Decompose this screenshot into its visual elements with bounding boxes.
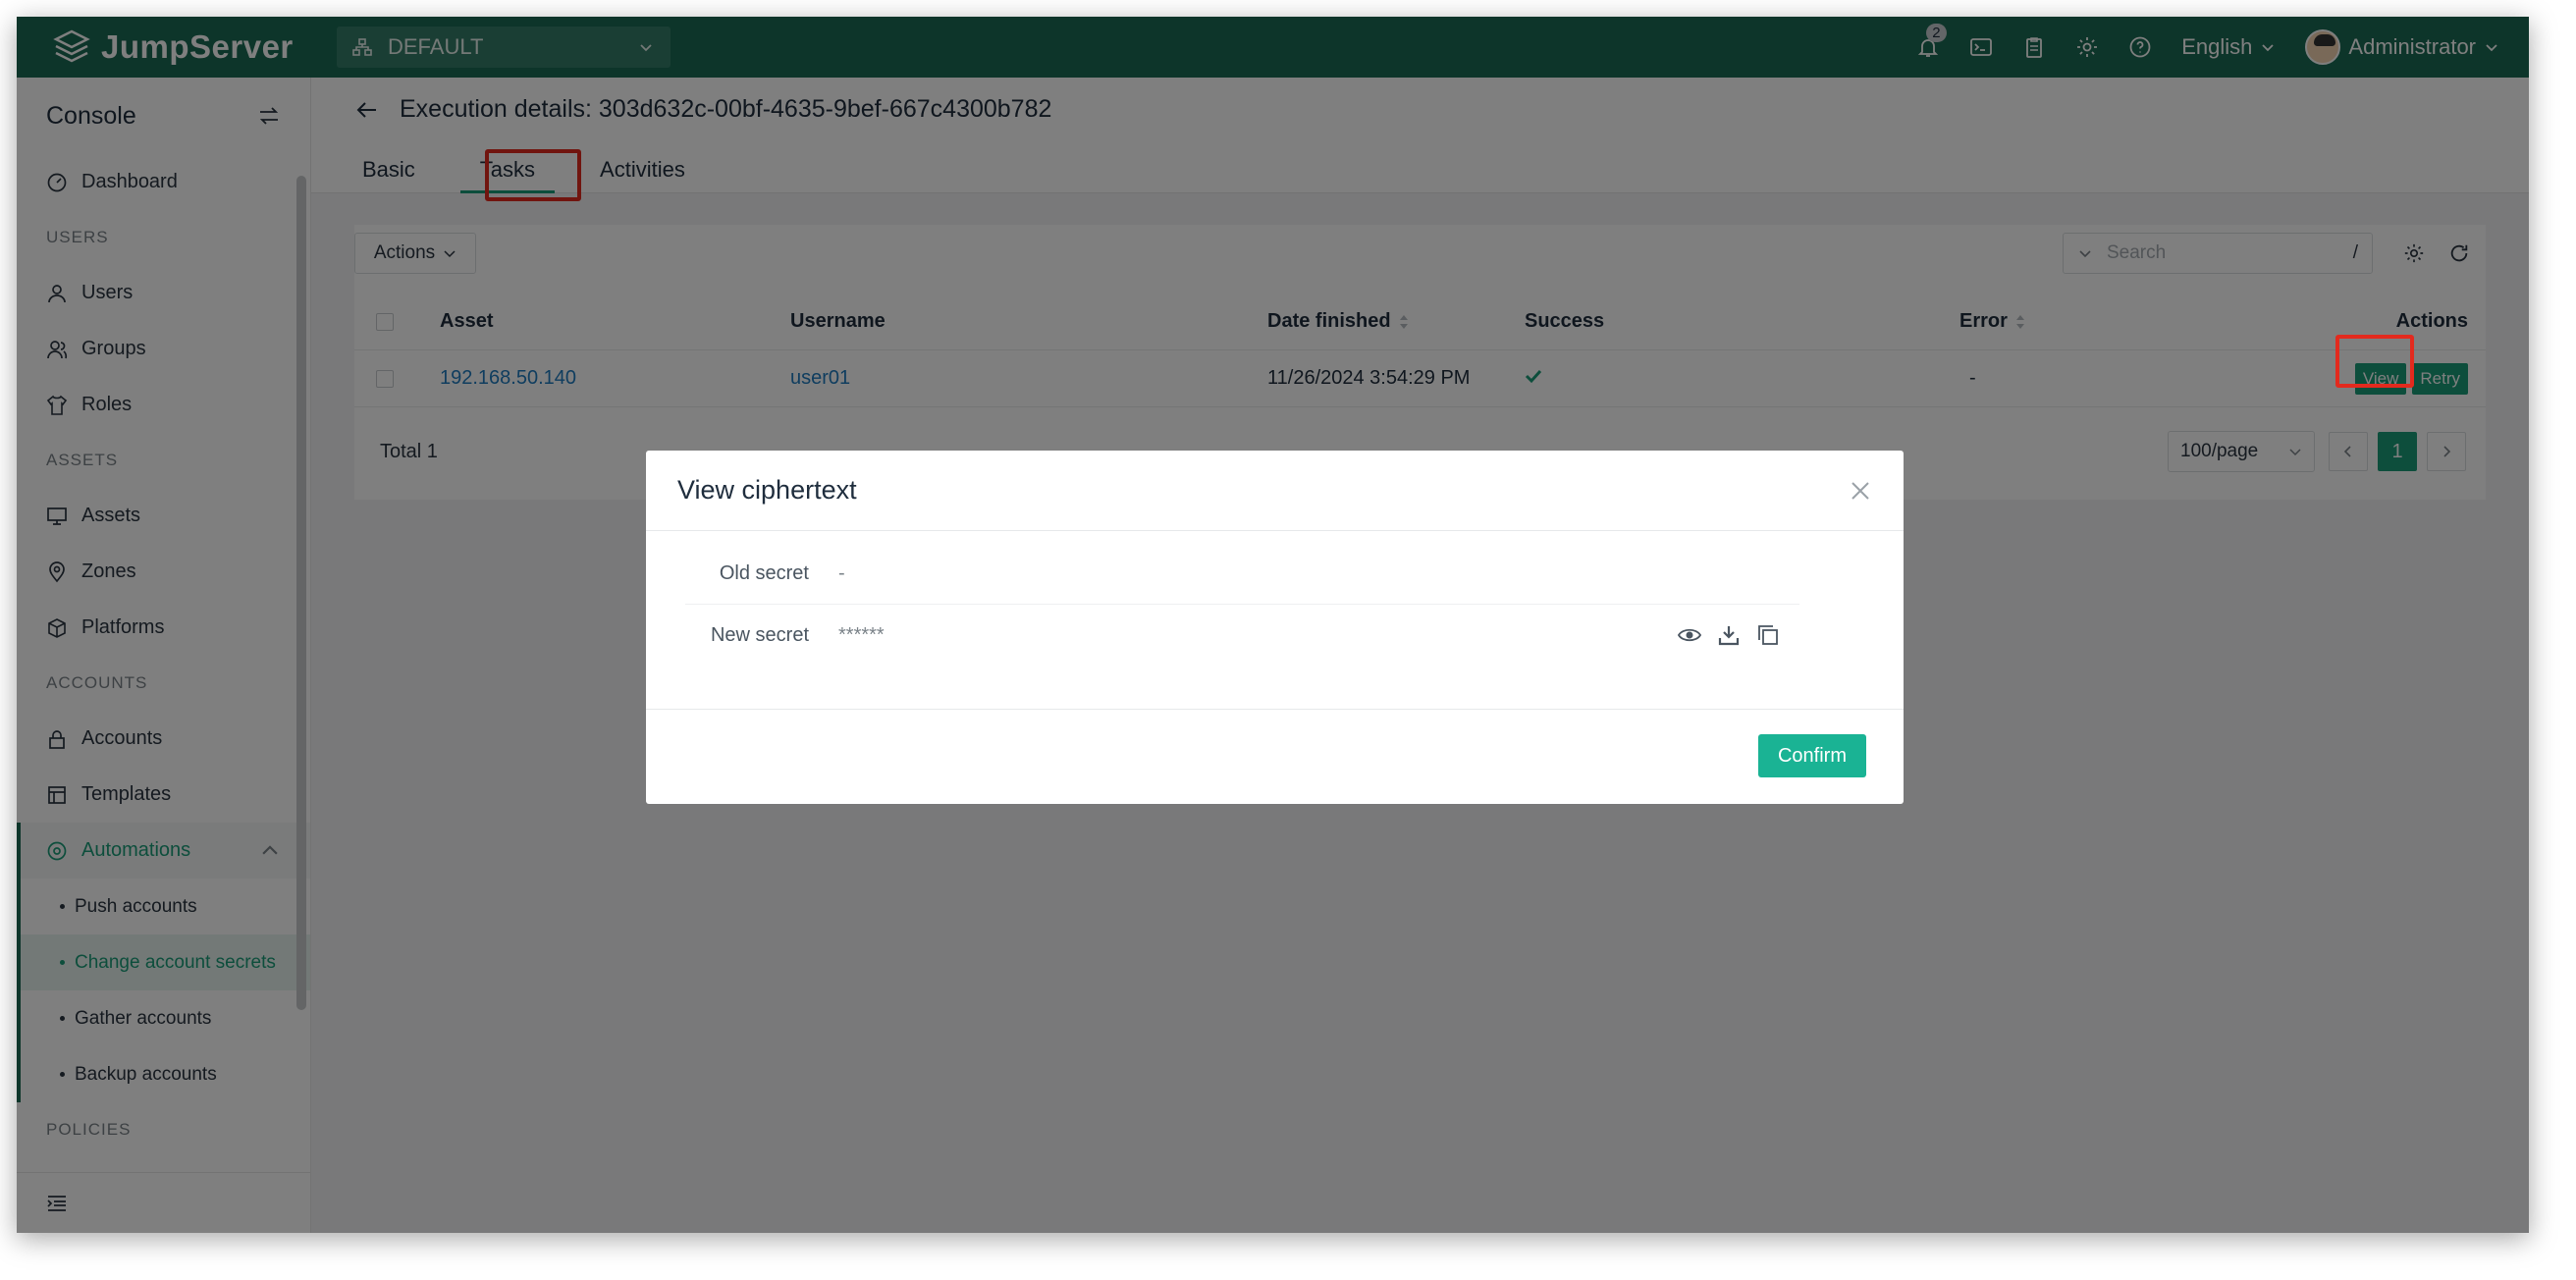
secret-tools	[1678, 623, 1780, 647]
highlight-box-view-button	[2335, 335, 2414, 388]
dialog-title: View ciphertext	[677, 475, 857, 505]
eye-icon[interactable]	[1678, 623, 1701, 647]
copy-icon[interactable]	[1756, 623, 1780, 647]
view-ciphertext-dialog: View ciphertext Old secret - New secret …	[646, 451, 1904, 804]
new-secret-row: New secret ******	[685, 605, 1799, 666]
old-secret-row: Old secret -	[685, 544, 1799, 605]
dialog-header: View ciphertext	[646, 451, 1904, 531]
old-secret-value: -	[838, 562, 845, 584]
download-icon[interactable]	[1717, 623, 1741, 647]
new-secret-value: ******	[838, 623, 885, 646]
dialog-footer: Confirm	[646, 709, 1904, 804]
old-secret-label: Old secret	[719, 562, 809, 584]
confirm-button[interactable]: Confirm	[1758, 734, 1866, 777]
new-secret-label: New secret	[710, 623, 809, 646]
close-icon[interactable]	[1849, 479, 1872, 503]
app-window: JumpServer DEFAULT 2	[17, 17, 2529, 1233]
